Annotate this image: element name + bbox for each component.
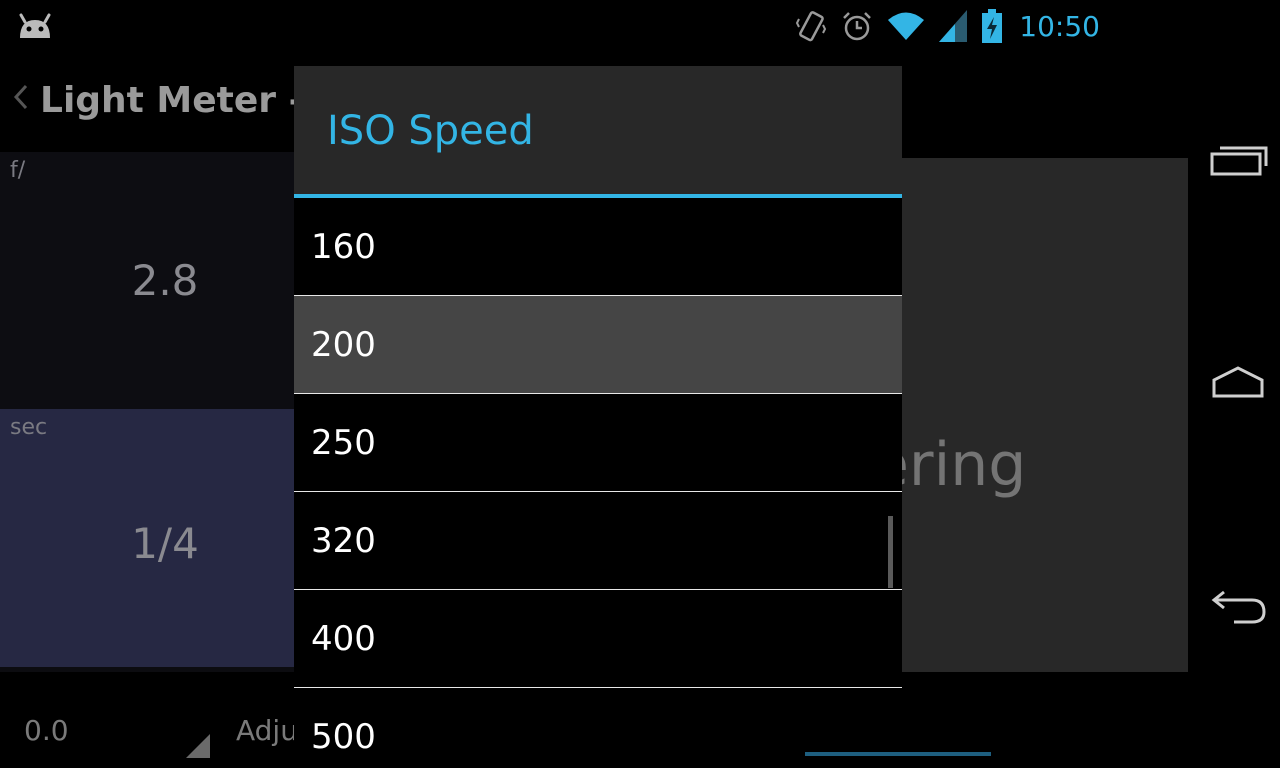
shutter-panel[interactable]: sec 1/4: [0, 409, 294, 667]
vibrate-icon: [796, 11, 827, 42]
wifi-icon: [888, 12, 925, 40]
iso-option-label: 500: [311, 716, 376, 753]
clock: 10:50: [1019, 9, 1100, 43]
dialog-title: ISO Speed: [327, 108, 534, 154]
android-icon: [19, 13, 51, 38]
meter-left-panels: f/ 2.8 sec 1/4: [0, 152, 294, 672]
aperture-panel[interactable]: f/ 2.8: [0, 152, 294, 409]
iso-option-400[interactable]: 400: [294, 590, 902, 688]
shutter-label: sec: [10, 415, 48, 440]
iso-option-200[interactable]: 200: [294, 296, 902, 394]
iso-option-500[interactable]: 500: [294, 688, 902, 753]
iso-list[interactable]: 160 200 250 320 400 500: [294, 198, 902, 752]
iso-option-250[interactable]: 250: [294, 394, 902, 492]
adjust-label[interactable]: Adju: [236, 714, 298, 747]
home-icon[interactable]: [1208, 362, 1268, 406]
shutter-value: 1/4: [131, 519, 199, 568]
navigation-bar: [1196, 0, 1280, 768]
iso-option-label: 160: [311, 226, 376, 267]
iso-option-label: 320: [311, 520, 376, 561]
list-scrollbar[interactable]: [888, 516, 893, 588]
iso-option-label: 250: [311, 422, 376, 463]
compensation-value[interactable]: 0.0: [24, 714, 69, 747]
dialog-header: ISO Speed: [294, 66, 902, 194]
alarm-icon: [843, 12, 872, 41]
signal-icon: [939, 10, 968, 42]
aperture-value: 2.8: [131, 256, 199, 305]
iso-speed-dialog: ISO Speed 160 200 250 320 400 500: [294, 66, 902, 752]
spinner-corner-icon: [186, 734, 210, 758]
aperture-label: f/: [10, 158, 26, 183]
progress-line: [805, 752, 991, 756]
recents-icon[interactable]: [1208, 140, 1268, 184]
status-bar: 10:50: [0, 0, 1196, 52]
back-icon[interactable]: [1208, 584, 1268, 628]
battery-charging-icon: [982, 9, 1003, 43]
metering-card[interactable]: ering: [872, 158, 1188, 758]
iso-option-160[interactable]: 160: [294, 198, 902, 296]
status-icons: 10:50: [795, 8, 1100, 44]
iso-option-label: 400: [311, 618, 376, 659]
iso-option-320[interactable]: 320: [294, 492, 902, 590]
iso-option-label: 200: [311, 324, 376, 365]
up-caret-icon[interactable]: [12, 82, 28, 112]
